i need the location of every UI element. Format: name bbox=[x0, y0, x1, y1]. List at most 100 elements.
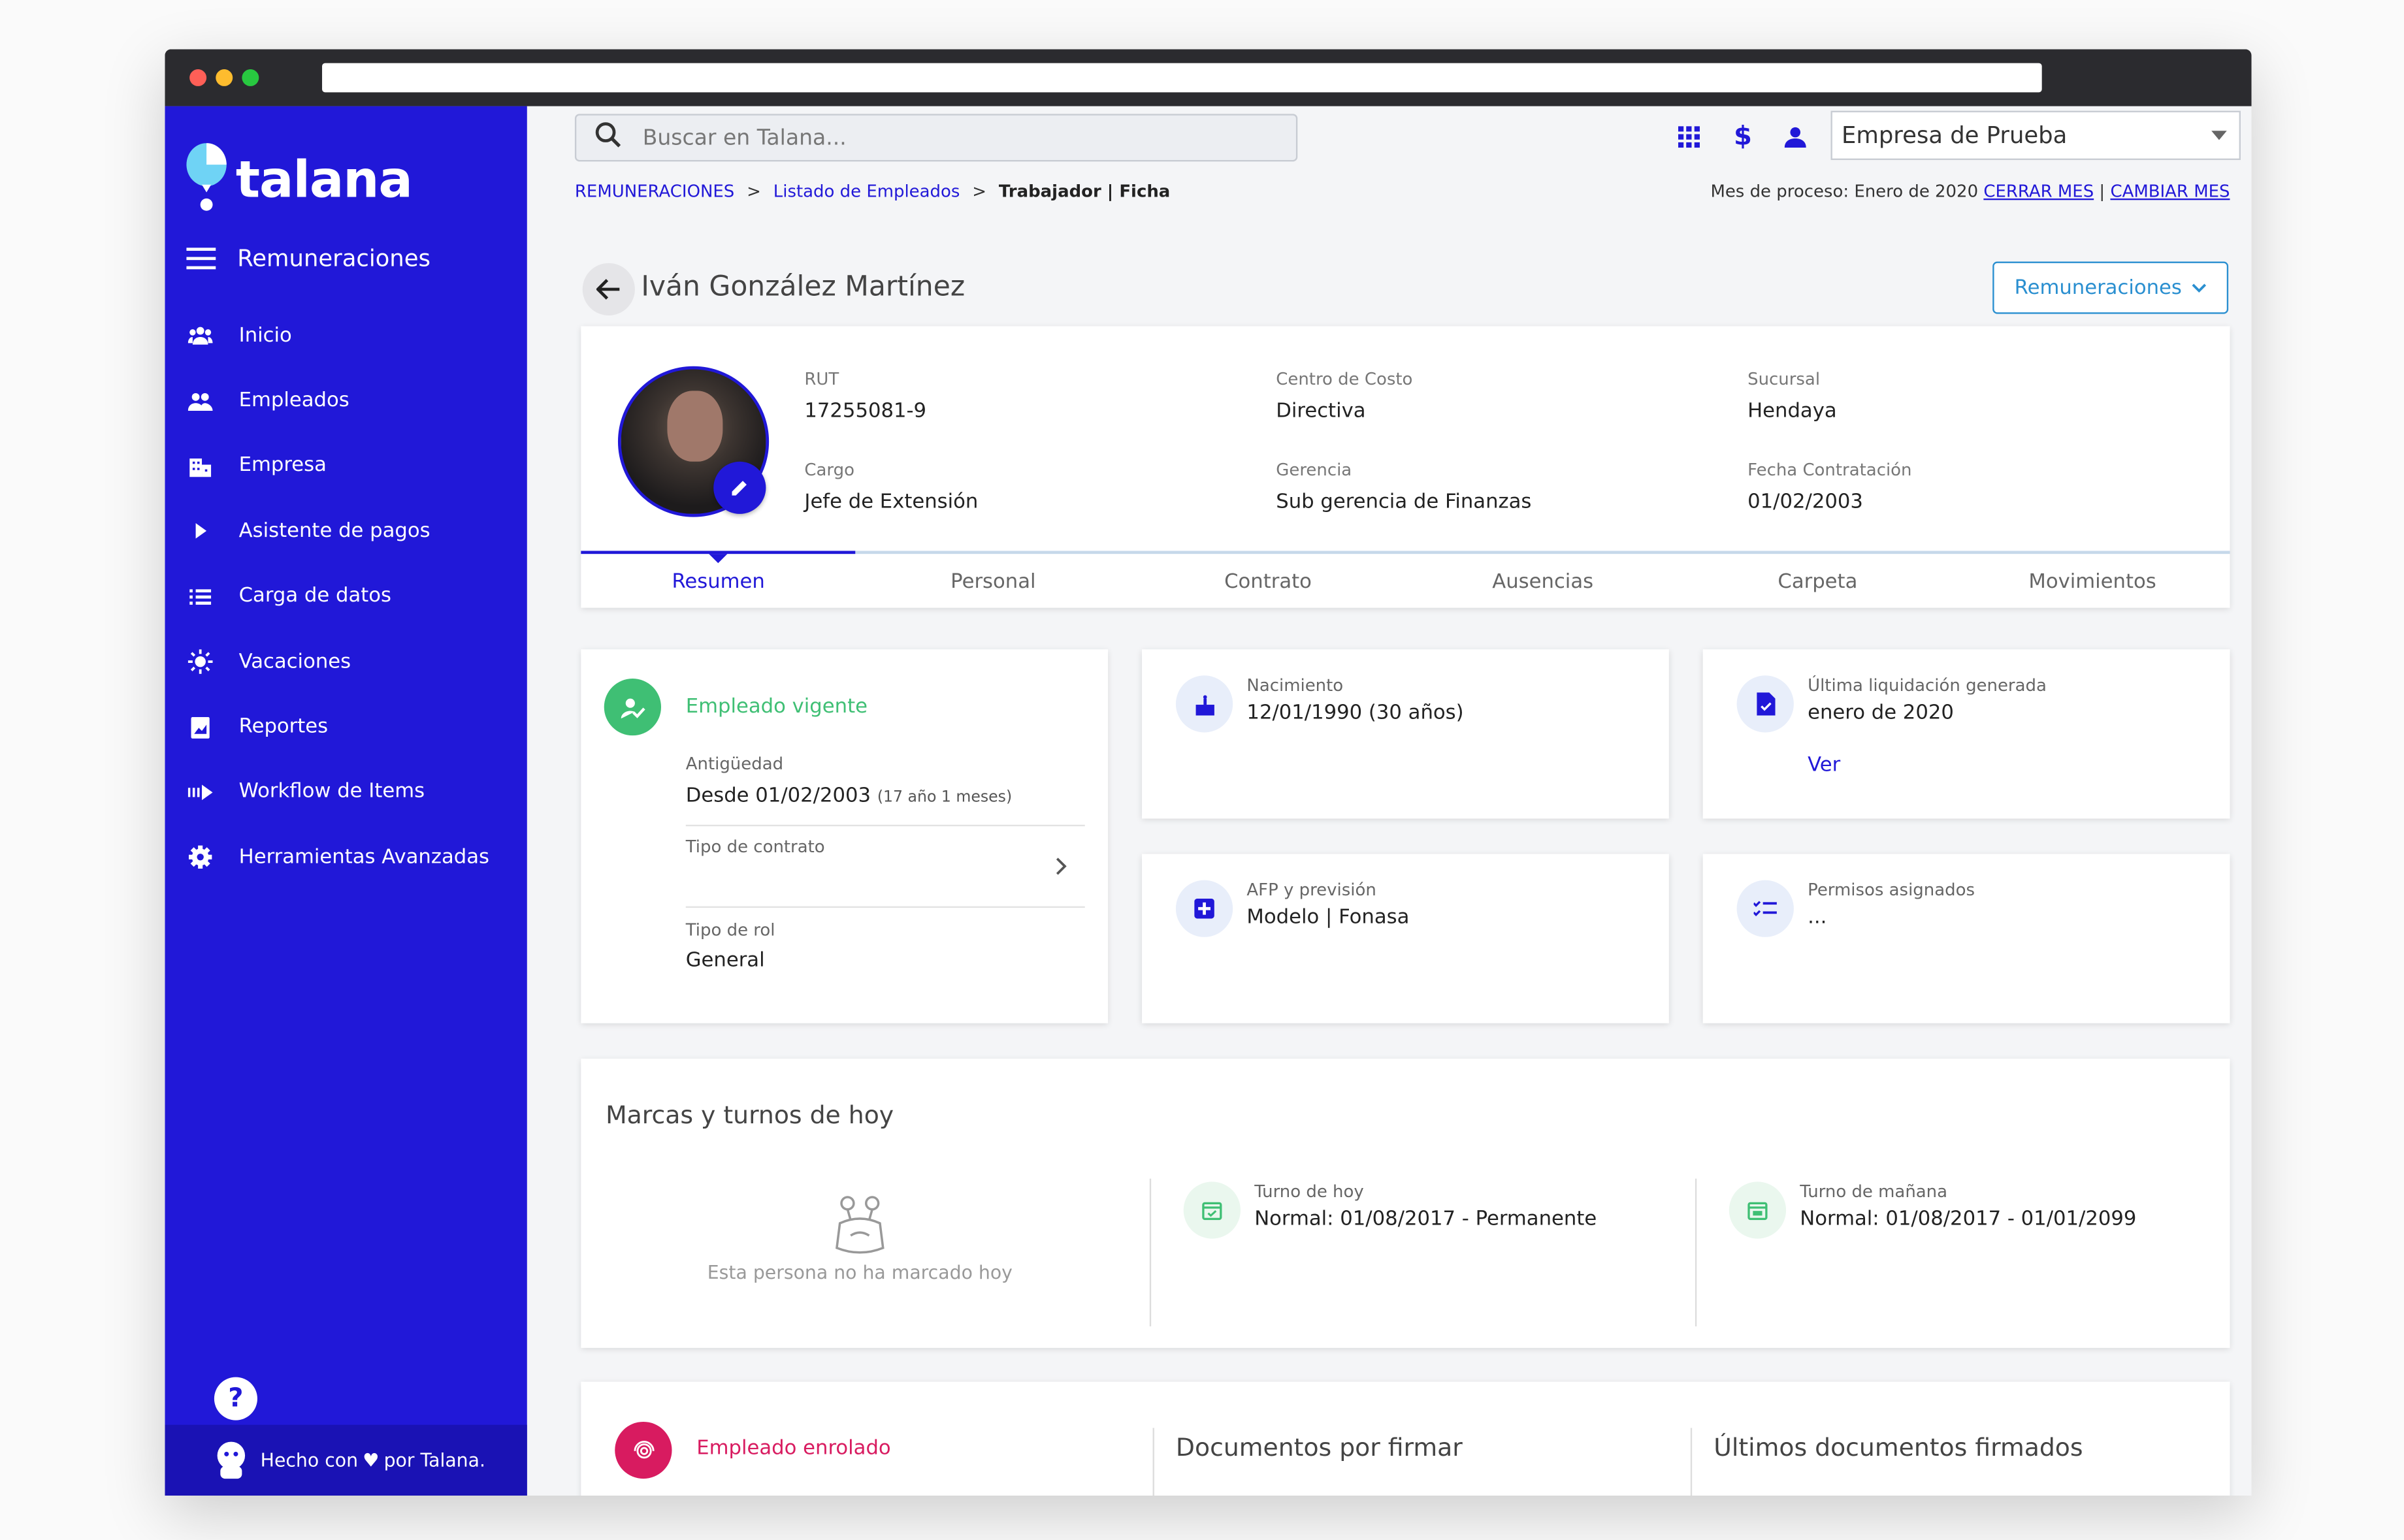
balloon-icon bbox=[186, 143, 227, 211]
play-icon bbox=[188, 519, 213, 544]
minimize-window-button[interactable] bbox=[216, 69, 233, 86]
change-month-link[interactable]: CAMBIAR MES bbox=[2110, 182, 2230, 202]
documents-card: Empleado enrolado Documentos por firmar … bbox=[581, 1381, 2230, 1496]
help-icon[interactable]: ? bbox=[214, 1377, 257, 1420]
sidebar-item-workflow[interactable]: Workflow de Items bbox=[165, 760, 527, 825]
cake-icon bbox=[1175, 675, 1233, 733]
sidebar-item-vacaciones[interactable]: Vacaciones bbox=[165, 629, 527, 694]
antiguedad-value: Desde 01/02/2003 (17 año 1 meses) bbox=[686, 785, 1012, 808]
mascot-icon bbox=[214, 1440, 248, 1480]
module-dropdown-button[interactable]: Remuneraciones bbox=[1992, 261, 2229, 314]
status-card: Empleado vigente Antigüedad Desde 01/02/… bbox=[581, 649, 1109, 1023]
docs-signed-title: Últimos documentos firmados bbox=[1714, 1432, 2083, 1462]
liquidacion-label: Última liquidación generada bbox=[1808, 675, 2047, 696]
sidebar-item-asistente[interactable]: Asistente de pagos bbox=[165, 499, 527, 564]
birth-value: 12/01/1990 (30 años) bbox=[1246, 701, 1464, 725]
antiguedad-date: Desde 01/02/2003 bbox=[685, 784, 871, 808]
centro-label: Centro de Costo bbox=[1276, 369, 1413, 390]
fecha-value: 01/02/2003 bbox=[1747, 490, 1863, 514]
edit-avatar-button[interactable] bbox=[713, 461, 766, 514]
tab-contrato[interactable]: Contrato bbox=[1131, 554, 1406, 611]
gerencia-label: Gerencia bbox=[1276, 460, 1352, 481]
sidebar-nav: Inicio Empleados Empresa Asistente de pa… bbox=[165, 303, 527, 890]
sidebar-footer: Hecho con ♥ por Talana. bbox=[165, 1424, 527, 1496]
sidebar-item-reportes[interactable]: Reportes bbox=[165, 694, 527, 760]
turno-hoy-value: Normal: 01/08/2017 - Permanente bbox=[1254, 1208, 1597, 1231]
main-content: Buscar en Talana... $ Empresa de Prueba … bbox=[527, 106, 2252, 1496]
rut-label: RUT bbox=[804, 369, 839, 390]
process-divider: | bbox=[2099, 182, 2105, 202]
breadcrumb: REMUNERACIONES > Listado de Empleados > … bbox=[575, 182, 1170, 202]
breadcrumb-current: Trabajador | Ficha bbox=[998, 182, 1171, 202]
calendar-icon bbox=[1729, 1181, 1787, 1239]
employee-status: Empleado vigente bbox=[685, 695, 868, 719]
turnos-card: Marcas y turnos de hoy Esta persona no h… bbox=[581, 1058, 2230, 1348]
turnos-title: Marcas y turnos de hoy bbox=[606, 1100, 894, 1130]
checklist-icon bbox=[1736, 880, 1794, 937]
sidebar-item-inicio[interactable]: Inicio bbox=[165, 303, 527, 368]
process-month: Mes de proceso: Enero de 2020 CERRAR MES… bbox=[1710, 182, 2230, 202]
footer-text-after: por Talana. bbox=[383, 1449, 485, 1471]
tab-resumen[interactable]: Resumen bbox=[581, 551, 856, 611]
cargo-label: Cargo bbox=[804, 460, 854, 481]
maximize-window-button[interactable] bbox=[242, 69, 259, 86]
antiguedad-note: (17 año 1 meses) bbox=[877, 789, 1013, 807]
breadcrumb-item-listado[interactable]: Listado de Empleados bbox=[773, 182, 960, 202]
sidebar-item-label: Empresa bbox=[238, 455, 327, 478]
rut-value: 17255081-9 bbox=[804, 400, 927, 423]
people-icon bbox=[187, 389, 213, 413]
sidebar-item-label: Carga de datos bbox=[238, 585, 392, 609]
profile-card: RUT 17255081-9 Cargo Jefe de Extensión C… bbox=[581, 326, 2230, 608]
ver-link[interactable]: Ver bbox=[1808, 754, 1840, 777]
turno-manana-value: Normal: 01/08/2017 - 01/01/2099 bbox=[1800, 1208, 2137, 1231]
company-name: Empresa de Prueba bbox=[1842, 121, 2068, 150]
chevron-right-icon[interactable] bbox=[1056, 852, 1068, 882]
url-bar[interactable] bbox=[322, 63, 2042, 93]
dollar-icon[interactable]: $ bbox=[1727, 121, 1758, 152]
afp-value: Modelo | Fonasa bbox=[1246, 906, 1410, 930]
permisos-value: ... bbox=[1808, 906, 1827, 930]
sun-icon bbox=[187, 649, 213, 675]
breadcrumb-separator: > bbox=[747, 182, 761, 202]
centro-value: Directiva bbox=[1276, 400, 1366, 423]
user-icon[interactable] bbox=[1780, 121, 1811, 152]
afp-card: AFP y previsión Modelo | Fonasa bbox=[1142, 854, 1669, 1023]
apps-grid-icon[interactable] bbox=[1674, 121, 1704, 152]
tab-ausencias[interactable]: Ausencias bbox=[1405, 554, 1680, 611]
birth-card: Nacimiento 12/01/1990 (30 años) bbox=[1142, 649, 1669, 819]
breadcrumb-separator: > bbox=[972, 182, 987, 202]
talana-logo[interactable]: talana bbox=[184, 143, 413, 214]
tab-movimientos[interactable]: Movimientos bbox=[1955, 554, 2230, 611]
module-menu[interactable]: Remuneraciones bbox=[186, 245, 430, 272]
tab-carpeta[interactable]: Carpeta bbox=[1680, 554, 1955, 611]
rol-value: General bbox=[685, 949, 765, 972]
report-icon bbox=[188, 714, 213, 739]
browser-window: talana Remuneraciones Inicio Empleados E… bbox=[165, 49, 2252, 1496]
turno-manana-label: Turno de mañana bbox=[1800, 1181, 1948, 1202]
sidebar-item-label: Reportes bbox=[238, 715, 329, 739]
company-select[interactable]: Empresa de Prueba bbox=[1830, 110, 2241, 161]
title-bar bbox=[165, 49, 2252, 106]
menu-icon[interactable] bbox=[186, 248, 216, 270]
sidebar-item-carga[interactable]: Carga de datos bbox=[165, 564, 527, 630]
docs-pending-title: Documentos por firmar bbox=[1175, 1432, 1463, 1462]
turnos-empty-text: Esta persona no ha marcado hoy bbox=[707, 1261, 1013, 1283]
module-dropdown-label: Remuneraciones bbox=[2014, 276, 2182, 300]
document-icon bbox=[1736, 675, 1794, 733]
footer-text-before: Hecho con bbox=[260, 1449, 359, 1471]
heart-icon: ♥ bbox=[363, 1449, 380, 1471]
sidebar-item-empleados[interactable]: Empleados bbox=[165, 368, 527, 434]
close-window-button[interactable] bbox=[189, 69, 207, 86]
close-month-link[interactable]: CERRAR MES bbox=[1983, 182, 2094, 202]
rol-label: Tipo de rol bbox=[685, 920, 775, 940]
search-input[interactable]: Buscar en Talana... bbox=[574, 114, 1298, 162]
sucursal-value: Hendaya bbox=[1747, 400, 1837, 423]
back-button[interactable] bbox=[582, 263, 635, 315]
contrato-label: Tipo de contrato bbox=[685, 837, 825, 858]
sidebar-item-herramientas[interactable]: Herramientas Avanzadas bbox=[165, 825, 527, 890]
tab-personal[interactable]: Personal bbox=[856, 554, 1131, 611]
breadcrumb-item-remuneraciones[interactable]: REMUNERACIONES bbox=[575, 182, 734, 202]
sidebar: talana Remuneraciones Inicio Empleados E… bbox=[165, 106, 527, 1496]
enrolado-status: Empleado enrolado bbox=[696, 1437, 891, 1460]
sidebar-item-empresa[interactable]: Empresa bbox=[165, 434, 527, 499]
